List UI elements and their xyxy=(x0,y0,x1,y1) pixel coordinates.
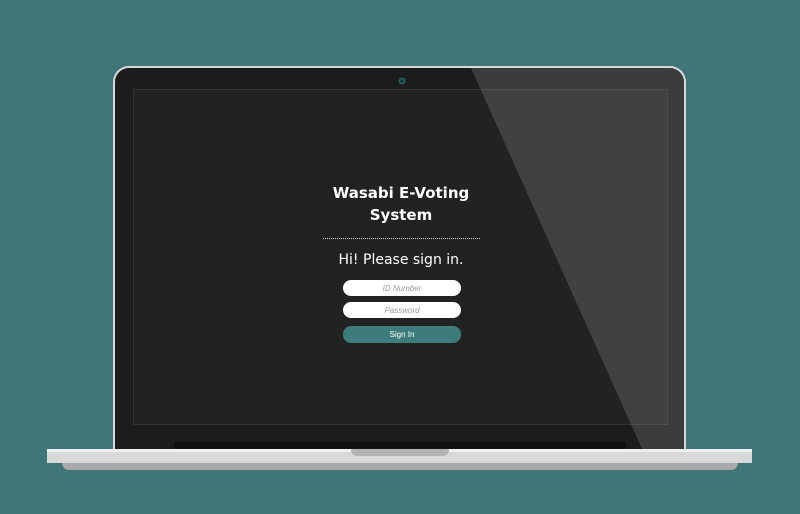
laptop-base-bottom xyxy=(62,463,738,470)
laptop-screen: Wasabi E-Voting System Hi! Please sign i… xyxy=(133,89,668,425)
laptop-opening-notch xyxy=(351,449,449,456)
sign-in-button[interactable]: Sign In xyxy=(343,326,461,343)
laptop-hinge xyxy=(174,442,626,449)
laptop-base xyxy=(47,449,752,463)
password-input[interactable] xyxy=(343,302,461,318)
login-panel: Wasabi E-Voting System Hi! Please sign i… xyxy=(134,90,669,426)
laptop-lid: Wasabi E-Voting System Hi! Please sign i… xyxy=(113,66,686,449)
app-title: Wasabi E-Voting System xyxy=(301,182,501,226)
app-title-line-1: Wasabi E-Voting xyxy=(332,184,470,202)
webcam-icon xyxy=(399,78,405,84)
app-title-line-2: System xyxy=(369,206,433,224)
page-background: Wasabi E-Voting System Hi! Please sign i… xyxy=(0,0,800,514)
sign-in-greeting: Hi! Please sign in. xyxy=(338,252,464,268)
title-divider xyxy=(323,238,480,239)
id-number-input[interactable] xyxy=(343,280,461,296)
